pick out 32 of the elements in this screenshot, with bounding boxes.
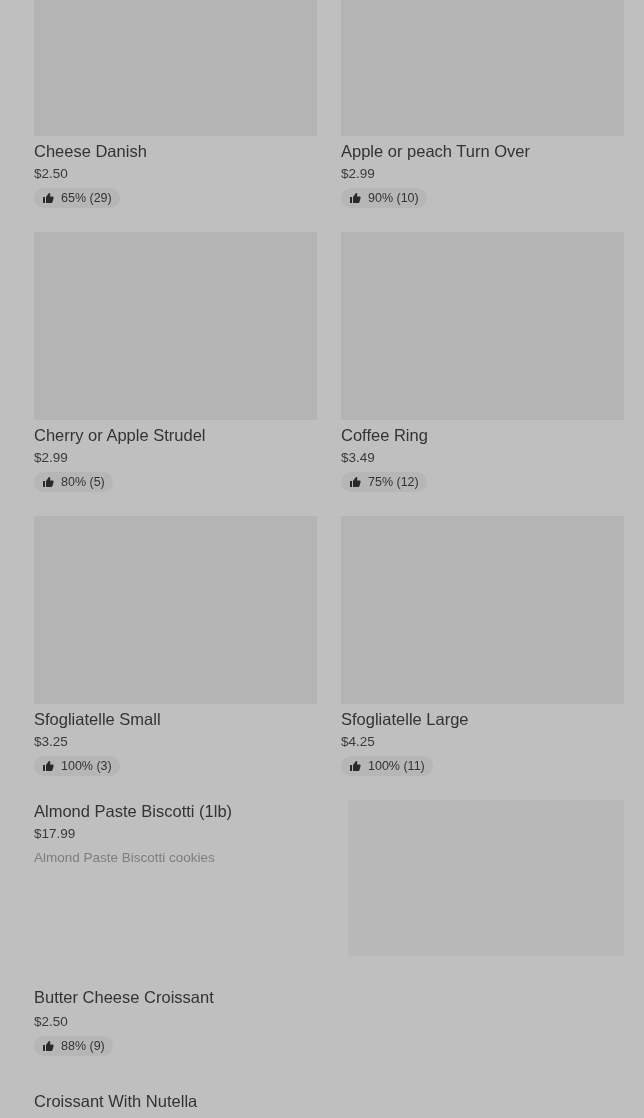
- item-title: Sfogliatelle Large: [341, 709, 469, 730]
- item-price: $2.50: [34, 1013, 68, 1031]
- item-description: Almond Paste Biscotti cookies: [34, 849, 215, 867]
- item-title: Almond Paste Biscotti (1lb): [34, 801, 233, 822]
- item-price: $2.99: [341, 165, 375, 183]
- thumbs-up-icon: [349, 192, 361, 204]
- item-price: $4.25: [341, 733, 375, 751]
- rating-text: 65% (29): [61, 191, 112, 205]
- thumbs-up-icon: [42, 192, 54, 204]
- item-title: Butter Cheese Croissant: [34, 987, 214, 1008]
- item-title: Cheese Danish: [34, 141, 147, 162]
- item-title: Coffee Ring: [341, 425, 428, 446]
- item-title: Sfogliatelle Small: [34, 709, 161, 730]
- rating-text: 100% (11): [368, 759, 425, 773]
- rating-text: 100% (3): [61, 759, 112, 773]
- thumbs-up-icon: [349, 476, 361, 488]
- rating-text: 80% (5): [61, 475, 105, 489]
- thumbs-up-icon: [42, 476, 54, 488]
- item-price: $2.50: [34, 165, 68, 183]
- item-price: $3.25: [34, 733, 68, 751]
- thumbs-up-icon: [42, 760, 54, 772]
- item-title: Cherry or Apple Strudel: [34, 425, 206, 446]
- item-price: $17.99: [34, 825, 76, 843]
- item-price: $3.49: [341, 449, 375, 467]
- rating-text: 88% (9): [61, 1039, 105, 1053]
- item-title: Apple or peach Turn Over: [341, 141, 530, 162]
- rating-text: 90% (10): [368, 191, 419, 205]
- rating-text: 75% (12): [368, 475, 419, 489]
- thumbs-up-icon: [42, 1040, 54, 1052]
- item-title: Croissant With Nutella: [34, 1091, 198, 1112]
- thumbs-up-icon: [349, 760, 361, 772]
- item-price: $2.99: [34, 449, 68, 467]
